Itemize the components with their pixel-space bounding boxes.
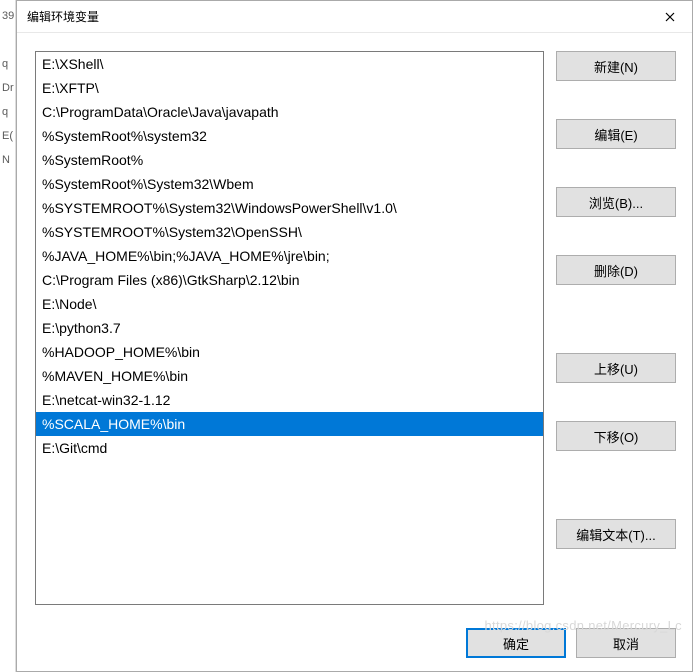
delete-button[interactable]: 删除(D) (556, 255, 676, 285)
list-item[interactable]: E:\XShell\ (36, 52, 543, 76)
dialog-footer: 确定 取消 (17, 615, 692, 671)
list-item[interactable]: C:\Program Files (x86)\GtkSharp\2.12\bin (36, 268, 543, 292)
list-inner: E:\XShell\E:\XFTP\C:\ProgramData\Oracle\… (36, 52, 543, 604)
list-item[interactable]: %SystemRoot% (36, 148, 543, 172)
list-item[interactable]: E:\Git\cmd (36, 436, 543, 460)
left-strip-fragment: q (0, 52, 15, 76)
left-strip-fragment: q (0, 100, 15, 124)
left-strip-fragment: 39 (0, 4, 15, 28)
left-strip-fragment: Dr (0, 76, 15, 100)
left-strip-fragment: E( (0, 124, 15, 148)
list-item[interactable]: E:\netcat-win32-1.12 (36, 388, 543, 412)
list-item[interactable]: %JAVA_HOME%\bin;%JAVA_HOME%\jre\bin; (36, 244, 543, 268)
cancel-button[interactable]: 取消 (576, 628, 676, 658)
list-item[interactable]: %MAVEN_HOME%\bin (36, 364, 543, 388)
list-item[interactable]: %SYSTEMROOT%\System32\WindowsPowerShell\… (36, 196, 543, 220)
move-up-button[interactable]: 上移(U) (556, 353, 676, 383)
list-item[interactable]: %SystemRoot%\System32\Wbem (36, 172, 543, 196)
close-icon (665, 12, 675, 22)
dialog-content: E:\XShell\E:\XFTP\C:\ProgramData\Oracle\… (17, 33, 692, 615)
list-item[interactable]: E:\python3.7 (36, 316, 543, 340)
edit-button[interactable]: 编辑(E) (556, 119, 676, 149)
dialog-title: 编辑环境变量 (27, 8, 647, 25)
ok-button[interactable]: 确定 (466, 628, 566, 658)
left-strip-fragment (0, 28, 15, 52)
close-button[interactable] (647, 1, 692, 33)
background-left-strip: 39qDrqE(N (0, 0, 16, 672)
list-item[interactable]: %SCALA_HOME%\bin (36, 412, 543, 436)
browse-button[interactable]: 浏览(B)... (556, 187, 676, 217)
list-item[interactable]: %SYSTEMROOT%\System32\OpenSSH\ (36, 220, 543, 244)
titlebar: 编辑环境变量 (17, 1, 692, 33)
path-listbox[interactable]: E:\XShell\E:\XFTP\C:\ProgramData\Oracle\… (35, 51, 544, 605)
list-item[interactable]: E:\Node\ (36, 292, 543, 316)
new-button[interactable]: 新建(N) (556, 51, 676, 81)
edit-text-button[interactable]: 编辑文本(T)... (556, 519, 676, 549)
list-item[interactable]: E:\XFTP\ (36, 76, 543, 100)
list-item[interactable]: %SystemRoot%\system32 (36, 124, 543, 148)
edit-env-var-dialog: 编辑环境变量 E:\XShell\E:\XFTP\C:\ProgramData\… (16, 0, 693, 672)
list-item[interactable]: C:\ProgramData\Oracle\Java\javapath (36, 100, 543, 124)
left-strip-fragment: N (0, 148, 15, 172)
list-item[interactable]: %HADOOP_HOME%\bin (36, 340, 543, 364)
side-buttons: 新建(N) 编辑(E) 浏览(B)... 删除(D) 上移(U) 下移(O) 编… (556, 51, 676, 605)
move-down-button[interactable]: 下移(O) (556, 421, 676, 451)
